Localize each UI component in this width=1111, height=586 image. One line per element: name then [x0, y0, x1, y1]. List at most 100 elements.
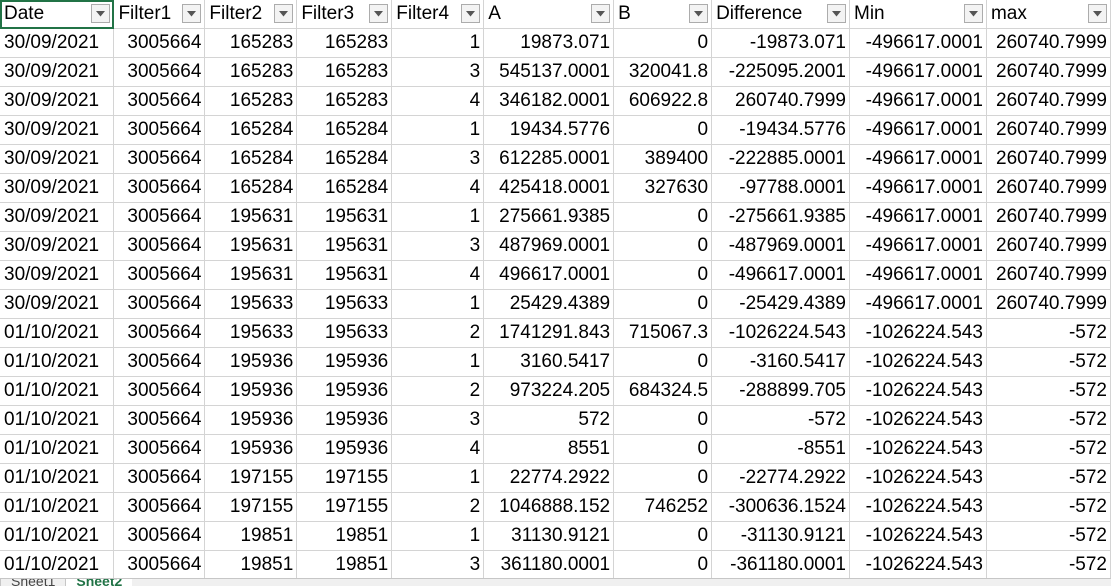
- cell-a[interactable]: 973224.205: [483, 376, 615, 406]
- cell-filter3[interactable]: 165284: [296, 173, 393, 203]
- cell-max[interactable]: 260740.7999: [986, 173, 1111, 203]
- cell-filter1[interactable]: 3005664: [113, 86, 206, 116]
- filter-dropdown-arrow-icon[interactable]: [827, 4, 846, 23]
- cell-filter4[interactable]: 1: [391, 289, 485, 319]
- filter-dropdown-arrow-icon[interactable]: [182, 4, 202, 23]
- cell-filter2[interactable]: 165283: [204, 57, 298, 87]
- cell-a[interactable]: 496617.0001: [483, 260, 615, 290]
- cell-date[interactable]: 01/10/2021: [0, 521, 115, 551]
- cell-filter4[interactable]: 4: [391, 173, 485, 203]
- cell-difference[interactable]: -288899.705: [711, 376, 850, 406]
- cell-filter4[interactable]: 3: [391, 550, 485, 580]
- cell-b[interactable]: 0: [613, 405, 713, 435]
- column-header-filter4[interactable]: Filter4: [391, 0, 485, 29]
- cell-filter2[interactable]: 195631: [204, 260, 298, 290]
- cell-b[interactable]: 0: [613, 28, 713, 58]
- cell-filter3[interactable]: 195631: [296, 202, 393, 232]
- cell-min[interactable]: -1026224.543: [849, 318, 987, 348]
- cell-filter4[interactable]: 1: [391, 202, 485, 232]
- cell-difference[interactable]: -22774.2922: [711, 463, 850, 493]
- filter-dropdown-arrow-icon[interactable]: [369, 4, 389, 23]
- cell-max[interactable]: 260740.7999: [986, 289, 1111, 319]
- cell-a[interactable]: 275661.9385: [483, 202, 615, 232]
- cell-filter2[interactable]: 197155: [204, 463, 298, 493]
- cell-a[interactable]: 25429.4389: [483, 289, 615, 319]
- cell-max[interactable]: 260740.7999: [986, 260, 1111, 290]
- cell-difference[interactable]: -19434.5776: [711, 115, 850, 145]
- cell-filter4[interactable]: 2: [391, 318, 485, 348]
- cell-b[interactable]: 715067.3: [613, 318, 713, 348]
- column-header-date[interactable]: Date: [0, 0, 115, 29]
- filter-dropdown-arrow-icon[interactable]: [274, 4, 294, 23]
- cell-difference[interactable]: -496617.0001: [711, 260, 850, 290]
- cell-filter2[interactable]: 19851: [204, 521, 298, 551]
- cell-filter4[interactable]: 1: [391, 521, 485, 551]
- cell-min[interactable]: -1026224.543: [849, 521, 987, 551]
- cell-filter4[interactable]: 1: [391, 115, 485, 145]
- cell-filter2[interactable]: 195631: [204, 231, 298, 261]
- cell-max[interactable]: 260740.7999: [986, 231, 1111, 261]
- cell-min[interactable]: -1026224.543: [849, 463, 987, 493]
- cell-filter3[interactable]: 197155: [296, 492, 393, 522]
- cell-min[interactable]: -496617.0001: [849, 28, 987, 58]
- cell-b[interactable]: 389400: [613, 144, 713, 174]
- column-header-a[interactable]: A: [483, 0, 615, 29]
- cell-filter4[interactable]: 4: [391, 86, 485, 116]
- cell-filter4[interactable]: 3: [391, 144, 485, 174]
- cell-min[interactable]: -496617.0001: [849, 289, 987, 319]
- cell-max[interactable]: -572: [986, 376, 1111, 406]
- cell-difference[interactable]: -25429.4389: [711, 289, 850, 319]
- cell-min[interactable]: -496617.0001: [849, 144, 987, 174]
- cell-date[interactable]: 01/10/2021: [0, 318, 115, 348]
- cell-filter1[interactable]: 3005664: [113, 260, 206, 290]
- cell-min[interactable]: -1026224.543: [849, 347, 987, 377]
- cell-a[interactable]: 612285.0001: [483, 144, 615, 174]
- cell-min[interactable]: -496617.0001: [849, 260, 987, 290]
- cell-filter3[interactable]: 165283: [296, 57, 393, 87]
- cell-filter4[interactable]: 2: [391, 376, 485, 406]
- cell-difference[interactable]: -3160.5417: [711, 347, 850, 377]
- cell-b[interactable]: 320041.8: [613, 57, 713, 87]
- cell-a[interactable]: 545137.0001: [483, 57, 615, 87]
- cell-difference[interactable]: -300636.1524: [711, 492, 850, 522]
- cell-max[interactable]: -572: [986, 550, 1111, 580]
- cell-date[interactable]: 30/09/2021: [0, 173, 115, 203]
- cell-max[interactable]: -572: [986, 318, 1111, 348]
- cell-date[interactable]: 30/09/2021: [0, 86, 115, 116]
- cell-b[interactable]: 0: [613, 434, 713, 464]
- cell-difference[interactable]: -31130.9121: [711, 521, 850, 551]
- cell-date[interactable]: 30/09/2021: [0, 260, 115, 290]
- cell-b[interactable]: 746252: [613, 492, 713, 522]
- cell-filter1[interactable]: 3005664: [113, 550, 206, 580]
- cell-filter1[interactable]: 3005664: [113, 434, 206, 464]
- cell-filter3[interactable]: 19851: [296, 521, 393, 551]
- cell-filter2[interactable]: 165284: [204, 115, 298, 145]
- cell-a[interactable]: 425418.0001: [483, 173, 615, 203]
- cell-b[interactable]: 0: [613, 463, 713, 493]
- cell-b[interactable]: 0: [613, 550, 713, 580]
- cell-max[interactable]: -572: [986, 521, 1111, 551]
- cell-difference[interactable]: -222885.0001: [711, 144, 850, 174]
- cell-min[interactable]: -496617.0001: [849, 115, 987, 145]
- cell-filter4[interactable]: 4: [391, 260, 485, 290]
- cell-filter2[interactable]: 195936: [204, 376, 298, 406]
- cell-max[interactable]: -572: [986, 434, 1111, 464]
- cell-difference[interactable]: 260740.7999: [711, 86, 850, 116]
- cell-filter3[interactable]: 197155: [296, 463, 393, 493]
- cell-date[interactable]: 30/09/2021: [0, 115, 115, 145]
- cell-filter2[interactable]: 165283: [204, 86, 298, 116]
- cell-difference[interactable]: -361180.0001: [711, 550, 850, 580]
- cell-filter3[interactable]: 195633: [296, 289, 393, 319]
- column-header-min[interactable]: Min: [849, 0, 987, 29]
- cell-filter3[interactable]: 165284: [296, 144, 393, 174]
- cell-max[interactable]: -572: [986, 492, 1111, 522]
- cell-filter2[interactable]: 195633: [204, 318, 298, 348]
- cell-difference[interactable]: -487969.0001: [711, 231, 850, 261]
- cell-a[interactable]: 8551: [483, 434, 615, 464]
- cell-date[interactable]: 30/09/2021: [0, 28, 115, 58]
- cell-filter2[interactable]: 165284: [204, 173, 298, 203]
- cell-b[interactable]: 0: [613, 202, 713, 232]
- cell-date[interactable]: 01/10/2021: [0, 405, 115, 435]
- cell-max[interactable]: 260740.7999: [986, 86, 1111, 116]
- cell-filter1[interactable]: 3005664: [113, 231, 206, 261]
